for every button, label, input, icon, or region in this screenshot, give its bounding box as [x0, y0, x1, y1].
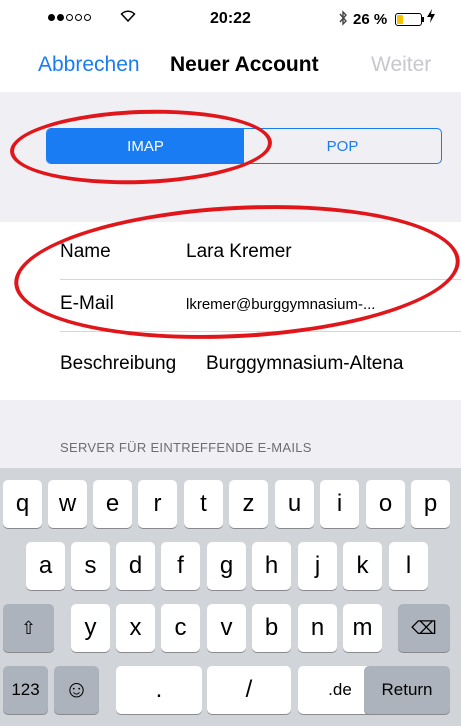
status-bar: 20:22 26 % — [0, 0, 461, 40]
key-p[interactable]: p — [411, 480, 450, 528]
section-background — [0, 400, 461, 468]
next-button[interactable]: Weiter — [371, 53, 431, 77]
key-i[interactable]: i — [320, 480, 359, 528]
incoming-server-section-header: SERVER FÜR EINTREFFENDE E-MAILS — [60, 440, 312, 455]
bluetooth-icon — [338, 10, 348, 30]
email-field[interactable]: lkremer@burggymnasium-... — [186, 296, 375, 313]
key-r[interactable]: r — [138, 480, 177, 528]
shift-key[interactable]: ⇧ — [3, 604, 54, 652]
emoji-key[interactable]: ☺ — [54, 666, 99, 714]
key-s[interactable]: s — [71, 542, 110, 590]
key-v[interactable]: v — [207, 604, 246, 652]
divider — [60, 331, 461, 332]
key-n[interactable]: n — [298, 604, 337, 652]
keyboard: q w e r t z u i o p a s d f g h j k l ⇧ … — [0, 468, 461, 726]
name-row[interactable]: Name Lara Kremer — [0, 228, 461, 280]
cancel-button[interactable]: Abbrechen — [38, 53, 140, 77]
account-type-segmented-control: IMAP POP — [46, 128, 442, 164]
return-key[interactable]: Return — [364, 666, 450, 714]
key-l[interactable]: l — [389, 542, 428, 590]
key-x[interactable]: x — [116, 604, 155, 652]
key-y[interactable]: y — [71, 604, 110, 652]
key-u[interactable]: u — [275, 480, 314, 528]
key-e[interactable]: e — [93, 480, 132, 528]
key-h[interactable]: h — [252, 542, 291, 590]
page-title: Neuer Account — [170, 53, 319, 76]
bolt-icon — [427, 9, 435, 26]
key-f[interactable]: f — [161, 542, 200, 590]
description-label: Beschreibung — [60, 353, 177, 374]
slash-key[interactable]: / — [207, 666, 291, 714]
key-o[interactable]: o — [366, 480, 405, 528]
navigation-bar: Abbrechen Neuer Account Weiter — [0, 40, 461, 92]
email-row[interactable]: E-Mail lkremer@burggymnasium-... — [0, 280, 461, 332]
segment-imap[interactable]: IMAP — [47, 129, 244, 163]
battery-icon — [395, 13, 422, 26]
key-a[interactable]: a — [26, 542, 65, 590]
name-label: Name — [60, 241, 111, 262]
status-time: 20:22 — [210, 10, 251, 27]
dot-key[interactable]: . — [116, 666, 202, 714]
key-c[interactable]: c — [161, 604, 200, 652]
description-field[interactable]: Burggymnasium-Altena — [206, 353, 403, 375]
key-q[interactable]: q — [3, 480, 42, 528]
battery-tip — [422, 17, 424, 22]
description-row[interactable]: Beschreibung Burggymnasium-Altena — [0, 340, 461, 392]
key-g[interactable]: g — [207, 542, 246, 590]
key-b[interactable]: b — [252, 604, 291, 652]
name-field[interactable]: Lara Kremer — [186, 241, 292, 263]
key-t[interactable]: t — [184, 480, 223, 528]
key-w[interactable]: w — [48, 480, 87, 528]
segment-pop[interactable]: POP — [244, 129, 441, 163]
key-m[interactable]: m — [343, 604, 382, 652]
numbers-key[interactable]: 123 — [3, 666, 48, 714]
key-z[interactable]: z — [229, 480, 268, 528]
key-k[interactable]: k — [343, 542, 382, 590]
key-d[interactable]: d — [116, 542, 155, 590]
battery-percentage: 26 % — [353, 11, 388, 28]
battery-fill — [397, 15, 403, 24]
key-j[interactable]: j — [298, 542, 337, 590]
email-label: E-Mail — [60, 293, 114, 314]
delete-key[interactable]: ⌫ — [398, 604, 450, 652]
